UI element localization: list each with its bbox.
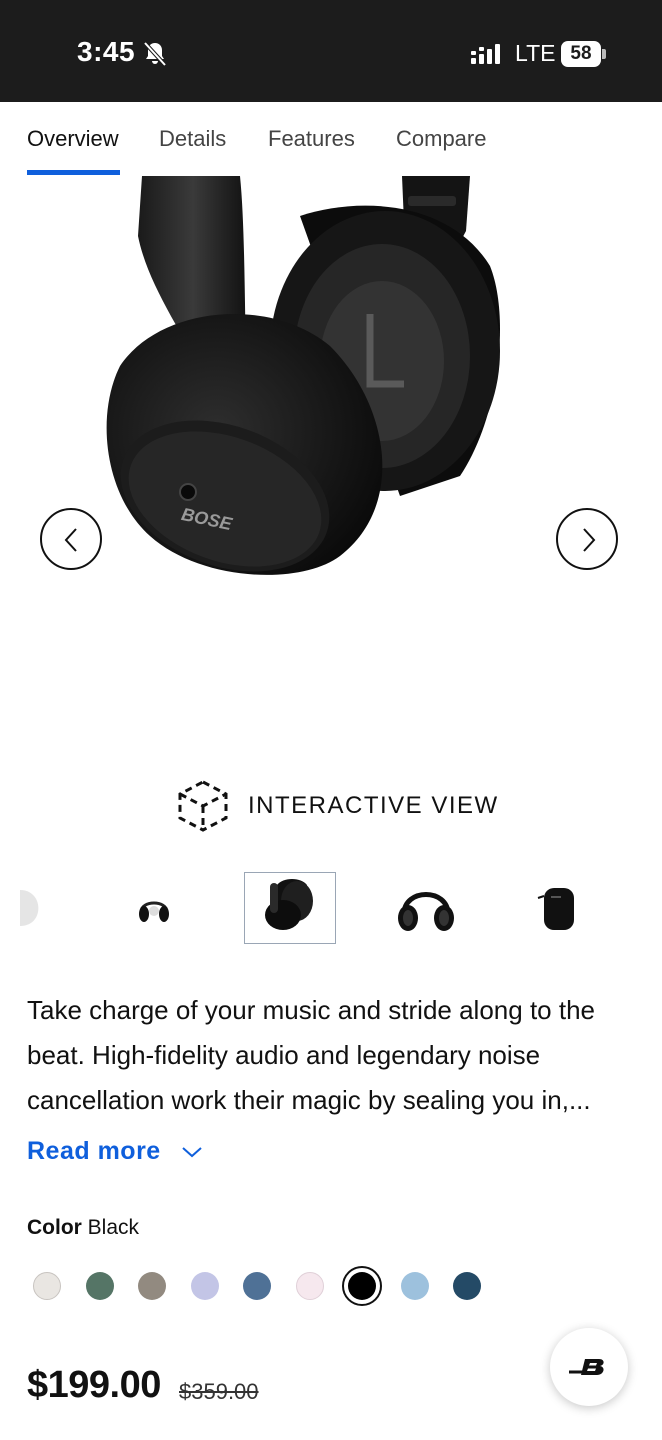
headphones-image: BOSE [106,176,500,575]
color-swatches [0,1262,662,1310]
thumbnail-3-selected[interactable] [244,872,336,944]
color-swatch-1[interactable] [33,1272,61,1300]
color-swatch-6[interactable] [296,1272,324,1300]
silent-bell-icon [143,41,167,67]
network-label: LTE [515,40,556,66]
current-price: $199.00 [27,1364,161,1406]
color-swatch-black-selected[interactable] [348,1272,376,1300]
interactive-view-button[interactable]: INTERACTIVE VIEW [174,778,499,834]
tab-overview[interactable]: Overview [27,126,119,152]
tab-features[interactable]: Features [268,126,355,152]
color-swatch-4[interactable] [191,1272,219,1300]
thumbnail-4[interactable] [396,882,456,934]
brand-assistant-button[interactable] [550,1328,628,1406]
next-image-button[interactable] [556,508,618,570]
active-tab-indicator [27,170,120,175]
color-swatch-3[interactable] [138,1272,166,1300]
battery-nub [602,49,606,59]
chevron-right-icon [583,528,596,552]
thumbnail-1[interactable] [20,880,42,936]
status-bar: 3:45 LTE 58 [0,0,662,102]
color-label: Color [27,1216,82,1239]
section-tabs: Overview Details Features Compare [0,102,662,176]
thumbnail-5-case[interactable] [536,884,580,934]
signal-strength-icon [471,44,500,64]
color-swatch-2[interactable] [86,1272,114,1300]
selected-color-name: Black [87,1216,140,1239]
color-selection-label: Color Black [27,1216,139,1240]
tab-details[interactable]: Details [159,126,226,152]
read-more-link[interactable]: Read more [27,1137,203,1166]
original-price: $359.00 [179,1379,259,1404]
product-description: Take charge of your music and stride alo… [27,995,595,1115]
color-swatch-8[interactable] [401,1272,429,1300]
interactive-view-label: INTERACTIVE VIEW [248,792,499,819]
thumbnail-strip [0,870,662,946]
read-more-label: Read more [27,1137,161,1165]
color-swatch-5[interactable] [243,1272,271,1300]
brand-logo-icon [569,1359,604,1375]
chevron-down-icon [182,1146,202,1157]
3d-cube-icon [178,780,228,832]
product-image-carousel[interactable]: BOSE [0,176,662,736]
chevron-left-icon [64,528,77,552]
battery-indicator: 58 [561,41,601,67]
thumbnail-2[interactable] [136,894,172,926]
status-time: 3:45 [77,36,136,67]
color-swatch-9[interactable] [453,1272,481,1300]
tab-compare[interactable]: Compare [396,126,486,152]
previous-image-button[interactable] [40,508,102,570]
